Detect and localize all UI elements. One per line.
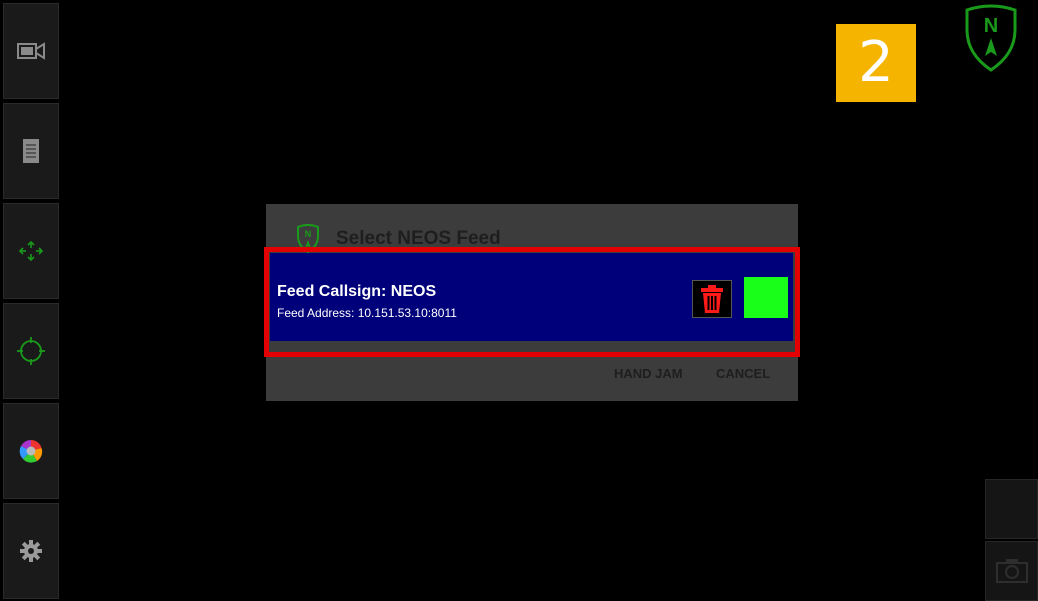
gear-icon	[20, 540, 42, 562]
svg-text:N: N	[984, 15, 998, 37]
document-button[interactable]	[3, 103, 59, 199]
app-screen: 2 N N Select NEOS Feed Feed Callsign: NE…	[0, 0, 1038, 601]
step-badge: 2	[836, 24, 916, 102]
hand-jam-button[interactable]: HAND JAM	[614, 366, 683, 381]
move-button[interactable]	[3, 203, 59, 299]
crosshair-icon	[17, 337, 45, 365]
svg-text:N: N	[305, 229, 312, 239]
cancel-button[interactable]: CANCEL	[716, 366, 770, 381]
left-toolbar	[3, 3, 59, 600]
highlight-box	[264, 247, 800, 357]
settings-button[interactable]	[3, 503, 59, 599]
video-camera-icon	[17, 42, 45, 60]
color-wheel-icon	[19, 439, 43, 463]
document-icon	[23, 139, 39, 163]
neos-logo: N	[963, 4, 1019, 77]
camera-icon	[995, 559, 1028, 583]
color-button[interactable]	[3, 403, 59, 499]
crosshair-button[interactable]	[3, 303, 59, 399]
right-blank-button[interactable]	[985, 479, 1038, 539]
neos-shield-icon: N	[965, 4, 1017, 72]
video-camera-button[interactable]	[3, 3, 59, 99]
camera-button[interactable]	[985, 541, 1038, 601]
move-arrows-icon	[18, 240, 44, 262]
